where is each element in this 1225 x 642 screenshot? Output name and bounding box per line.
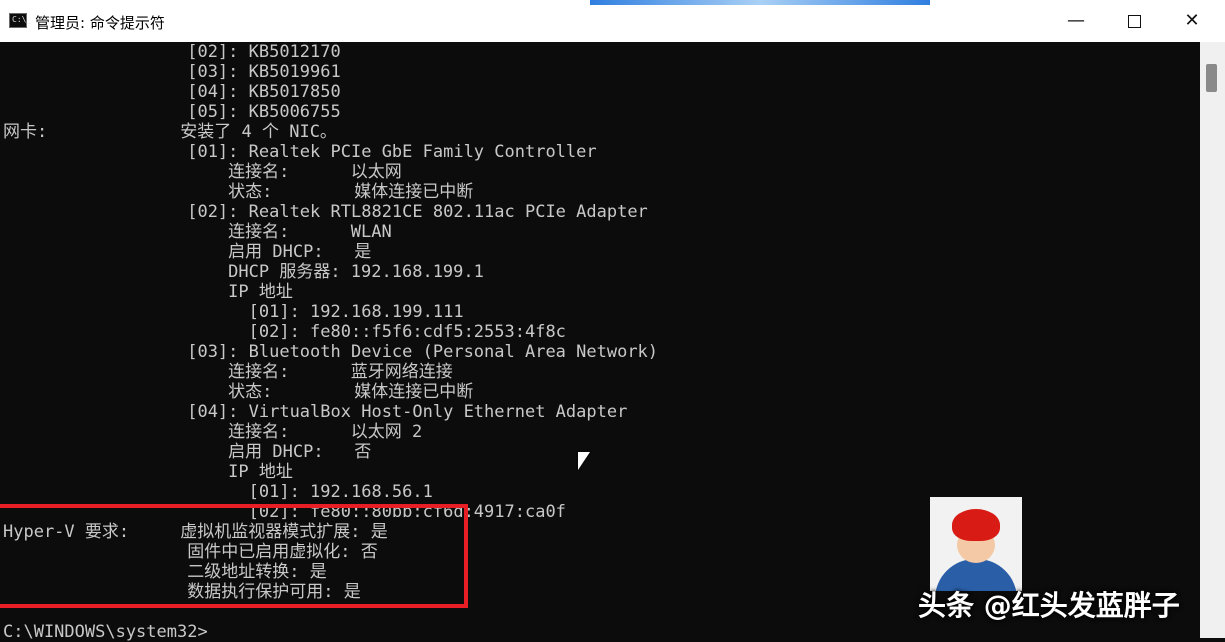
console-line: 启用 DHCP: 是 (3, 242, 372, 262)
console-line: 启用 DHCP: 否 (3, 442, 372, 462)
console-line: [03]: KB5019961 (3, 62, 341, 82)
console-line: 连接名: 蓝牙网络连接 (3, 362, 453, 382)
console-line: DHCP 服务器: 192.168.199.1 (3, 262, 484, 282)
vertical-scrollbar[interactable] (1200, 42, 1225, 638)
desktop-background-strip (590, 0, 930, 5)
console-line: [02]: Realtek RTL8821CE 802.11ac PCIe Ad… (3, 202, 648, 222)
console-line: [02]: fe80::f5f6:cdf5:2553:4f8c (3, 322, 566, 342)
cmd-icon[interactable]: C:\_ (9, 13, 31, 28)
watermark-text: 头条 @红头发蓝胖子 (918, 589, 1180, 622)
maximize-icon (1127, 14, 1141, 28)
console-line: IP 地址 (3, 462, 293, 482)
console-line: [01]: 192.168.199.111 (3, 302, 464, 322)
console-line: 网卡: 安装了 4 个 NIC。 (3, 122, 337, 142)
console-line: 状态: 媒体连接已中断 (3, 382, 474, 402)
console-line: IP 地址 (3, 282, 293, 302)
avatar-hair (952, 509, 1000, 541)
title-bar: C:\_ 管理员: 命令提示符 — ✕ (0, 0, 1225, 42)
console-line: [05]: KB5006755 (3, 102, 341, 122)
console-line: [01]: Realtek PCIe GbE Family Controller (3, 142, 597, 162)
console-line: [01]: 192.168.56.1 (3, 482, 433, 502)
author-avatar (930, 497, 1022, 591)
minimize-button[interactable]: — (1047, 0, 1105, 42)
console-line: 状态: 媒体连接已中断 (3, 182, 474, 202)
command-prompt[interactable]: C:\WINDOWS\system32> (3, 622, 208, 642)
maximize-button[interactable] (1105, 0, 1163, 42)
window-title: 管理员: 命令提示符 (35, 14, 165, 32)
close-button[interactable]: ✕ (1163, 0, 1221, 42)
console-line: 连接名: 以太网 2 (3, 422, 423, 442)
console-line: 连接名: 以太网 (3, 162, 402, 182)
console-line: 连接名: WLAN (3, 222, 392, 242)
console-line: [04]: VirtualBox Host-Only Ethernet Adap… (3, 402, 628, 422)
cmd-icon-glyph: C:\_ (12, 15, 32, 24)
console-line: [04]: KB5017850 (3, 82, 341, 102)
console-line: [02]: KB5012170 (3, 42, 341, 62)
console-line: [03]: Bluetooth Device (Personal Area Ne… (3, 342, 659, 362)
scrollbar-thumb[interactable] (1206, 64, 1217, 92)
mouse-cursor-icon (578, 452, 590, 470)
hyper-v-highlight-box (0, 504, 468, 608)
